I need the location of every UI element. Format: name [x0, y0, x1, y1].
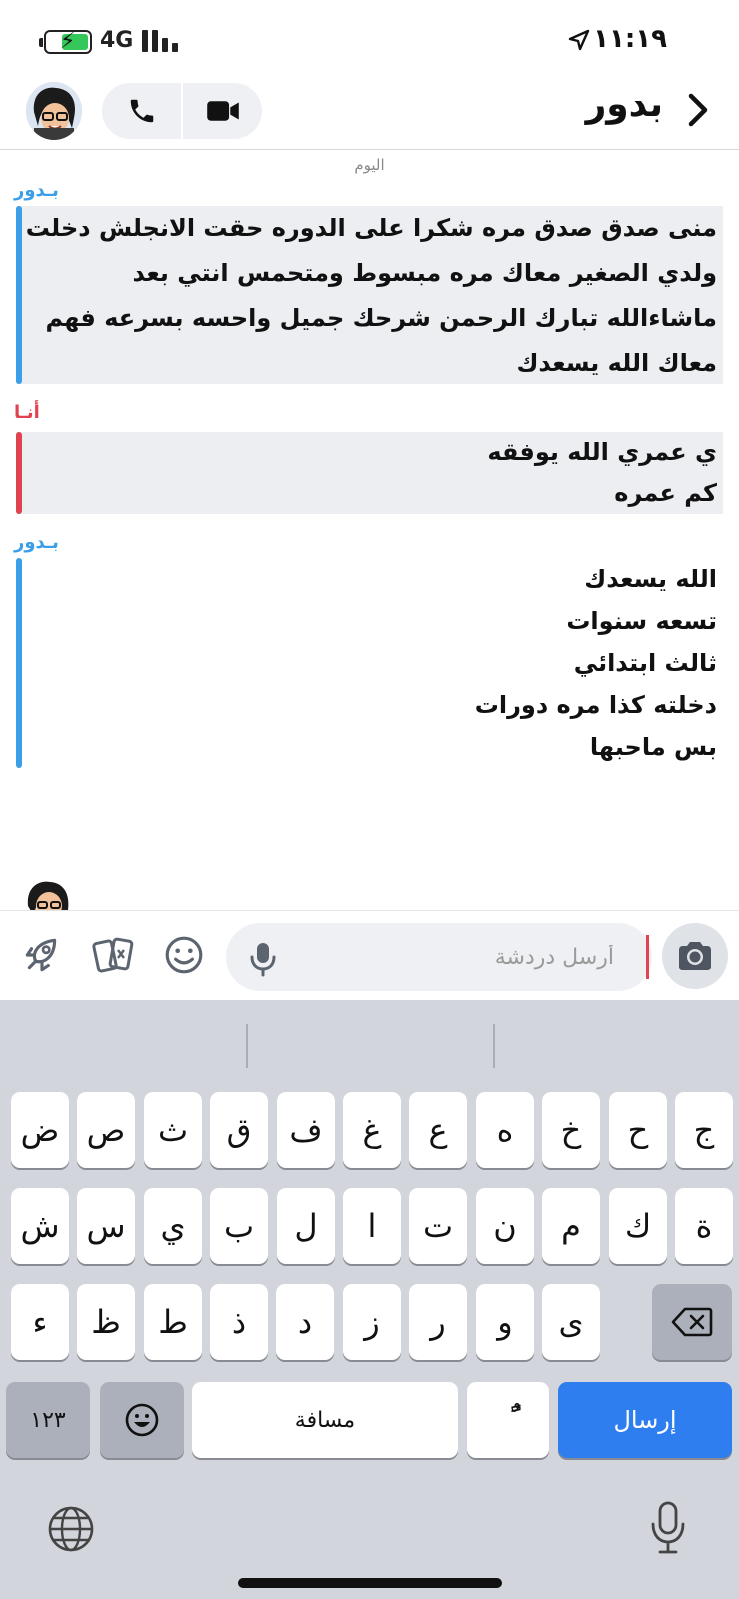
avatar[interactable] — [26, 82, 82, 140]
location-arrow-icon — [568, 29, 590, 51]
suggestion-bar — [0, 1014, 739, 1070]
chat-title[interactable]: بدور — [586, 84, 663, 125]
home-indicator — [238, 1578, 502, 1588]
message-line: معاك الله يسعدك — [516, 349, 717, 377]
clock: ١١:١٩ — [593, 24, 667, 54]
message-line: تسعه سنوات — [566, 607, 717, 635]
key-letter[interactable]: ج — [675, 1092, 733, 1168]
key-letter[interactable]: ء — [11, 1284, 69, 1360]
key-letter[interactable]: ه — [476, 1092, 534, 1168]
key-letter[interactable]: ح — [609, 1092, 667, 1168]
rocket-icon — [25, 938, 57, 972]
day-separator: اليوم — [354, 156, 385, 174]
status-bar: ⚡ 4G ١١:١٩ — [0, 0, 739, 80]
call-buttons — [102, 83, 262, 139]
message-line: كم عمره — [614, 479, 717, 507]
chat-input[interactable] — [226, 923, 652, 991]
key-letter[interactable]: ع — [409, 1092, 467, 1168]
key-letter[interactable]: ك — [609, 1188, 667, 1264]
typing-avatar — [22, 876, 74, 912]
key-letter[interactable]: ا — [343, 1188, 401, 1264]
message-line: ماشاءالله تبارك الرحمن شرحك جميل واحسه ب… — [45, 304, 717, 332]
key-letter[interactable]: ى — [542, 1284, 600, 1360]
backspace-icon — [671, 1307, 713, 1337]
signal-icon — [142, 30, 178, 52]
key-letter[interactable]: ل — [277, 1188, 335, 1264]
key-letter[interactable]: ة — [675, 1188, 733, 1264]
key-letter[interactable]: ت — [409, 1188, 467, 1264]
text-cursor — [646, 935, 649, 979]
space-key[interactable]: مسافة — [192, 1382, 458, 1458]
message-bubble[interactable]: ي عمري الله يوفقه كم عمره — [16, 432, 723, 514]
key-letter[interactable]: ط — [144, 1284, 202, 1360]
key-letter[interactable]: ش — [11, 1188, 69, 1264]
key-letter[interactable]: م — [542, 1188, 600, 1264]
message-line: الله يسعدك — [584, 565, 717, 593]
key-letter[interactable]: ص — [77, 1092, 135, 1168]
send-key[interactable]: إرسال — [558, 1382, 732, 1458]
message-line: ثالث ابتدائي — [573, 649, 717, 677]
camera-button[interactable] — [662, 923, 728, 989]
message-line: دخلته كذا مره دورات — [474, 691, 717, 719]
sender-name: بـدور — [14, 532, 59, 553]
message-line: بس ماحبها — [589, 733, 717, 761]
numbers-key[interactable]: ١٢٣ — [6, 1382, 90, 1458]
phone-icon — [130, 99, 153, 123]
key-letter[interactable]: ب — [210, 1188, 268, 1264]
globe-icon[interactable] — [46, 1504, 96, 1554]
composer-bar — [0, 910, 739, 1000]
key-letter[interactable]: ق — [210, 1092, 268, 1168]
rocket-button[interactable] — [18, 931, 66, 979]
key-letter[interactable]: خ — [542, 1092, 600, 1168]
key-letter[interactable]: غ — [343, 1092, 401, 1168]
sender-name: أنـا — [14, 402, 40, 423]
battery-icon: ⚡ — [39, 30, 92, 54]
video-call-button[interactable] — [181, 83, 262, 139]
dictation-mic-icon[interactable] — [648, 1500, 688, 1556]
emoji-key[interactable] — [100, 1382, 184, 1458]
key-letter[interactable]: س — [77, 1188, 135, 1264]
network-type: 4G — [100, 28, 134, 53]
emoji-button[interactable] — [160, 931, 208, 979]
chevron-right-icon[interactable] — [683, 92, 713, 128]
key-letter[interactable]: ف — [277, 1092, 335, 1168]
key-letter[interactable]: ظ — [77, 1284, 135, 1360]
key-letter[interactable]: ي — [144, 1188, 202, 1264]
smiley-icon — [165, 936, 203, 974]
key-letter[interactable]: ض — [11, 1092, 69, 1168]
key-letter[interactable]: ر — [409, 1284, 467, 1360]
message-line: منى صدق صدق مره شكرا على الدوره حقت الان… — [25, 214, 717, 242]
chat-header: بدور — [0, 80, 739, 150]
backspace-key[interactable] — [652, 1284, 732, 1360]
message-bubble[interactable]: منى صدق صدق مره شكرا على الدوره حقت الان… — [16, 206, 723, 384]
key-letter[interactable]: ث — [144, 1092, 202, 1168]
key-letter[interactable]: ن — [476, 1188, 534, 1264]
key-letter[interactable]: و — [476, 1284, 534, 1360]
voice-call-button[interactable] — [102, 83, 181, 139]
key-letter[interactable]: ذ — [210, 1284, 268, 1360]
camera-icon — [679, 942, 711, 970]
message-line: ولدي الصغير معاك مره مبسوط ومتحمس انتي ب… — [132, 259, 717, 287]
message-bubble[interactable]: الله يسعدك تسعه سنوات ثالث ابتدائي دخلته… — [16, 558, 723, 768]
key-letter[interactable]: ز — [343, 1284, 401, 1360]
cards-button[interactable] — [90, 931, 138, 979]
sender-name: بـدور — [14, 180, 59, 201]
mic-icon[interactable] — [248, 941, 278, 977]
message-line: ي عمري الله يوفقه — [487, 438, 717, 466]
cards-icon — [92, 937, 134, 973]
diacritic-key[interactable]: ًٌ — [467, 1382, 549, 1458]
key-letter[interactable]: د — [276, 1284, 334, 1360]
emoji-key-icon — [125, 1403, 159, 1437]
video-icon — [206, 101, 239, 121]
